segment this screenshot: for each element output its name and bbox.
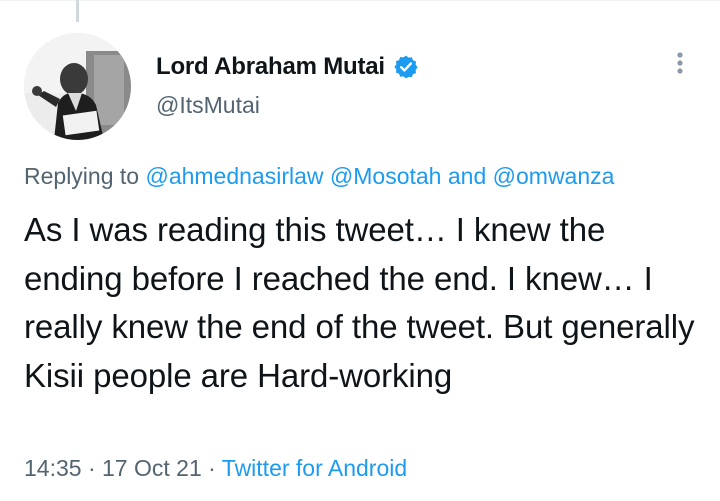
avatar-photo [24,33,131,140]
verified-badge-icon [393,54,419,80]
tweet-source-link[interactable]: Twitter for Android [222,455,407,481]
divider [0,0,720,1]
tweet-header: Lord Abraham Mutai @ItsMutai [156,52,419,119]
user-handle[interactable]: @ItsMutai [156,92,419,119]
mention-link[interactable]: @ahmednasirlaw [145,163,323,189]
meta-separator: · [208,455,216,481]
tweet-text: As I was reading this tweet… I knew the … [24,211,695,394]
tweet-time[interactable]: 14:35 [24,455,82,481]
replying-prefix: Replying to [24,163,140,189]
replying-to: Replying to @ahmednasirlaw @Mosotah and … [24,163,614,190]
name-row: Lord Abraham Mutai [156,52,419,82]
thread-connector-line [76,0,79,22]
tweet-detail: Lord Abraham Mutai @ItsMutai Replying to… [0,0,720,501]
meta-separator: · [87,455,96,481]
tweet-metadata: 14:35 · 17 Oct 21 · Twitter for Android [24,455,407,482]
more-vertical-icon[interactable] [668,50,692,80]
mention-link[interactable]: @Mosotah [330,163,442,189]
mention-link[interactable]: @omwanza [493,163,615,189]
replying-conjunction: and [447,163,487,189]
display-name[interactable]: Lord Abraham Mutai [156,53,385,81]
avatar[interactable] [24,33,131,140]
tweet-date[interactable]: 17 Oct 21 [102,455,202,481]
